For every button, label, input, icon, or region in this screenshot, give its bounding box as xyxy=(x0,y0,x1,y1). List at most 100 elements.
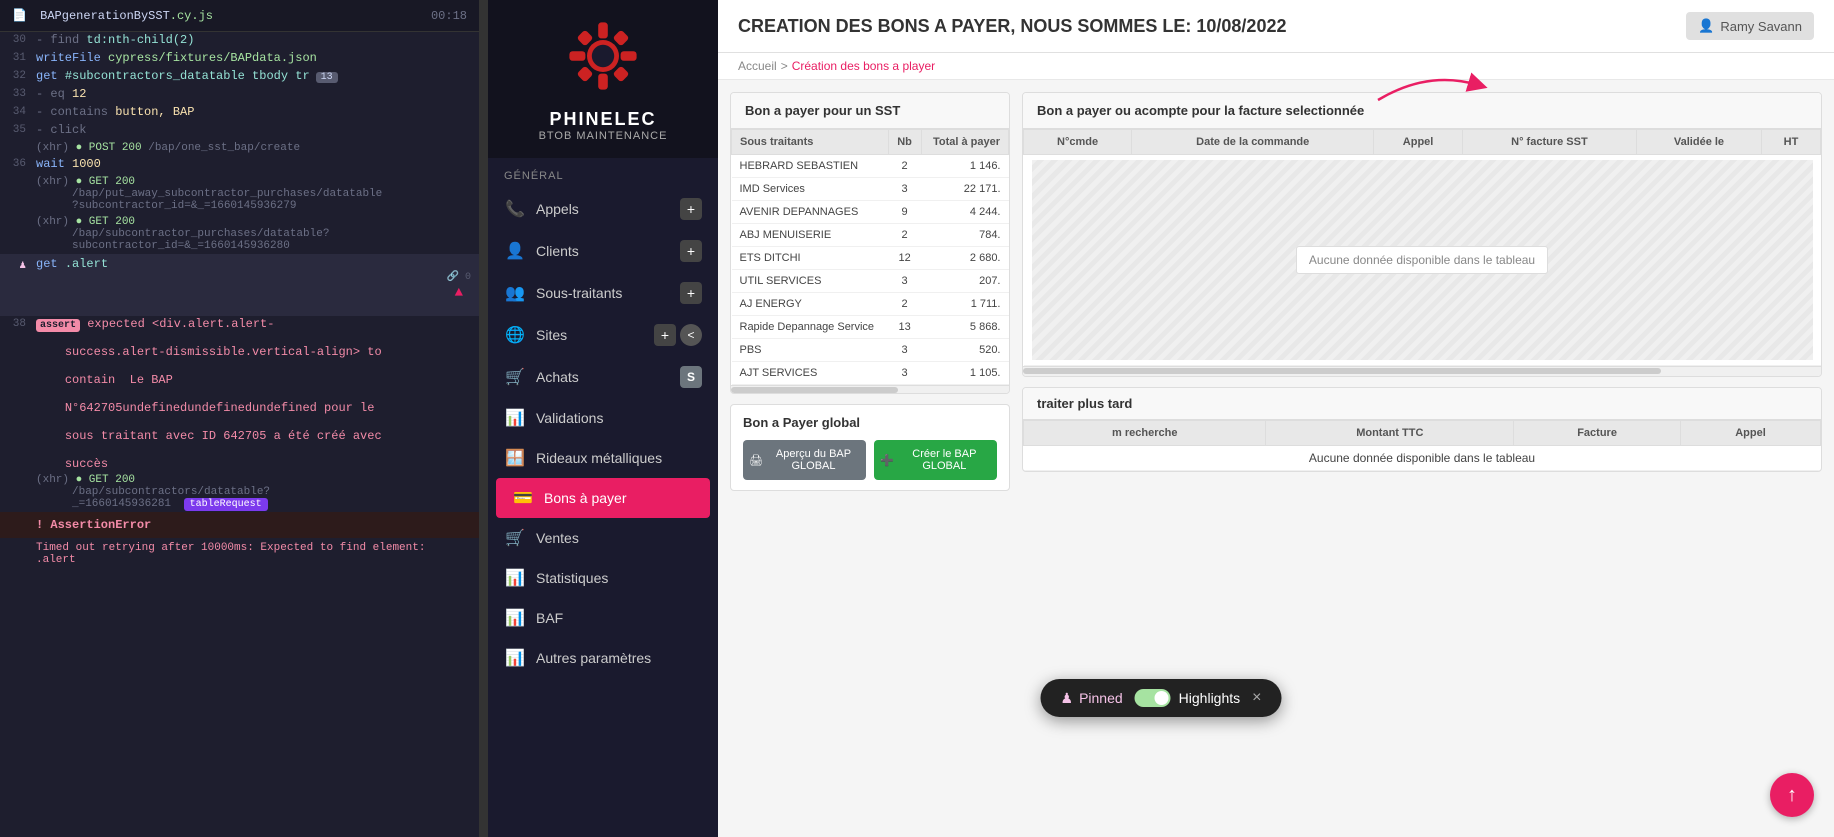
client-icon: 👤 xyxy=(504,241,526,261)
table-row[interactable]: ABJ MENUISERIE 2 784. xyxy=(732,224,1009,247)
row-nb: 13 xyxy=(888,316,921,339)
sidebar-plus-sites[interactable]: + xyxy=(654,324,676,346)
achats-icon: 🛒 xyxy=(504,367,526,387)
table-row[interactable]: IMD Services 3 22 171. xyxy=(732,178,1009,201)
sidebar-item-baf[interactable]: 📊 BAF xyxy=(488,598,718,638)
sidebar-plus-sous-traitants[interactable]: + xyxy=(680,282,702,304)
row-total: 520. xyxy=(921,339,1008,362)
resize-handle[interactable] xyxy=(480,0,488,837)
sidebar-item-appels[interactable]: 📞 Appels + xyxy=(488,188,718,230)
top-table: N°cmde Date de la commande Appel N° fact… xyxy=(1023,129,1821,366)
sidebar-item-bons-a-payer[interactable]: 💳 Bons à payer xyxy=(496,478,710,518)
apercu-icon: 🖨 xyxy=(749,454,763,467)
sidebar-label-bons-a-payer: Bons à payer xyxy=(544,490,627,506)
global-bap-title: Bon a Payer global xyxy=(743,415,997,430)
sidebar-item-clients[interactable]: 👤 Clients + xyxy=(488,230,718,272)
bottom-table: m recherche Montant TTC Facture Appel Au… xyxy=(1023,420,1821,471)
breadcrumb-separator: > xyxy=(781,59,788,73)
table-row[interactable]: PBS 3 520. xyxy=(732,339,1009,362)
table-scrollbar[interactable] xyxy=(731,385,1009,393)
page-title: CREATION DES BONS A PAYER, NOUS SOMMES L… xyxy=(738,16,1286,37)
bap-buttons: 🖨 Aperçu du BAP GLOBAL ➕ Créer le BAP GL… xyxy=(743,440,997,480)
th-date: Date de la commande xyxy=(1132,130,1374,155)
highlights-toast: ♟ Pinned Highlights × xyxy=(1041,679,1282,717)
apercu-label: Aperçu du BAP GLOBAL xyxy=(767,448,860,472)
row-nb: 3 xyxy=(888,362,921,385)
sidebar-item-rideaux[interactable]: 🪟 Rideaux métalliques xyxy=(488,438,718,478)
sidebar-label-appels: Appels xyxy=(536,201,579,217)
breadcrumb: Accueil > Création des bons a player xyxy=(718,53,1834,80)
table-row[interactable]: AJT SERVICES 3 1 105. xyxy=(732,362,1009,385)
sites-nav-arrow[interactable]: < xyxy=(680,324,702,346)
sidebar-label-rideaux: Rideaux métalliques xyxy=(536,450,662,466)
th-ncmde: N°cmde xyxy=(1024,130,1132,155)
sidebar-plus-clients[interactable]: + xyxy=(680,240,702,262)
file-icon: 📄 xyxy=(12,9,27,23)
sidebar-plus-appels[interactable]: + xyxy=(680,198,702,220)
row-nb: 3 xyxy=(888,270,921,293)
user-icon: 👤 xyxy=(1698,18,1714,34)
sidebar-item-statistiques[interactable]: 📊 Statistiques xyxy=(488,558,718,598)
table-row[interactable]: Rapide Depannage Service 13 5 868. xyxy=(732,316,1009,339)
sst-card: Bon a payer pour un SST Sous traitants N… xyxy=(730,92,1010,394)
table-row[interactable]: AVENIR DEPANNAGES 9 4 244. xyxy=(732,201,1009,224)
assertion-desc: Timed out retrying after 10000ms: Expect… xyxy=(0,538,479,570)
row-nb: 9 xyxy=(888,201,921,224)
highlights-toggle-switch[interactable] xyxy=(1135,689,1171,707)
code-line-32: 32 get #subcontractors_datatable tbody t… xyxy=(0,68,479,86)
code-panel: 📄 BAPgenerationBySST.cy.js 00:18 30 - fi… xyxy=(0,0,480,837)
sst-card-title: Bon a payer pour un SST xyxy=(731,93,1009,129)
highlights-close-button[interactable]: × xyxy=(1252,689,1261,707)
sidebar-item-sous-traitants[interactable]: 👥 Sous-traitants + xyxy=(488,272,718,314)
sidebar-label-clients: Clients xyxy=(536,243,579,259)
th-m-recherche: m recherche xyxy=(1024,421,1266,446)
sst-table: Sous traitants Nb Total à payer HEBRARD … xyxy=(731,129,1009,385)
ventes-icon: 🛒 xyxy=(504,528,526,548)
row-nb: 12 xyxy=(888,247,921,270)
scroll-up-button[interactable]: ↑ xyxy=(1770,773,1814,817)
top-card-title: Bon a payer ou acompte pour la facture s… xyxy=(1023,93,1821,129)
row-name: IMD Services xyxy=(732,178,889,201)
xhr-get-subcontractor: (xhr) ● GET 200 /bap/subcontractor_purch… xyxy=(0,214,479,254)
sidebar-item-sites[interactable]: 🌐 Sites + < xyxy=(488,314,718,356)
sidebar-label-sous-traitants: Sous-traitants xyxy=(536,285,622,301)
pinned-section: ♟ Pinned xyxy=(1061,690,1123,707)
breadcrumb-current: Création des bons a player xyxy=(792,59,935,73)
sidebar-item-validations[interactable]: 📊 Validations xyxy=(488,398,718,438)
code-line-34: 34 - contains button, BAP xyxy=(0,104,479,122)
row-name: AJ ENERGY xyxy=(732,293,889,316)
code-line-30: 30 - find td:nth-child(2) xyxy=(0,32,479,50)
sidebar-item-autres[interactable]: 📊 Autres paramètres xyxy=(488,638,718,678)
sidebar-label-sites: Sites xyxy=(536,327,567,343)
statistiques-icon: 📊 xyxy=(504,568,526,588)
creer-button[interactable]: ➕ Créer le BAP GLOBAL xyxy=(874,440,997,480)
table-row[interactable]: UTIL SERVICES 3 207. xyxy=(732,270,1009,293)
content-area: Bon a payer pour un SST Sous traitants N… xyxy=(718,80,1834,837)
row-nb: 2 xyxy=(888,293,921,316)
main-header: CREATION DES BONS A PAYER, NOUS SOMMES L… xyxy=(718,0,1834,53)
top-striped-area: Aucune donnée disponible dans le tableau xyxy=(1032,160,1813,360)
table-row[interactable]: ETS DITCHI 12 2 680. xyxy=(732,247,1009,270)
highlights-label: Highlights xyxy=(1179,690,1240,706)
baf-icon: 📊 xyxy=(504,608,526,628)
table-row[interactable]: HEBRARD SEBASTIEN 2 1 146. xyxy=(732,155,1009,178)
apercu-button[interactable]: 🖨 Aperçu du BAP GLOBAL xyxy=(743,440,866,480)
table-row[interactable]: AJ ENERGY 2 1 711. xyxy=(732,293,1009,316)
sidebar-item-ventes[interactable]: 🛒 Ventes xyxy=(488,518,718,558)
phone-icon: 📞 xyxy=(504,199,526,219)
th-montant-ttc: Montant TTC xyxy=(1266,421,1514,446)
creer-label: Créer le BAP GLOBAL xyxy=(898,448,991,472)
sidebar-label-baf: BAF xyxy=(536,610,563,626)
row-name: ETS DITCHI xyxy=(732,247,889,270)
header-time: 00:18 xyxy=(431,9,467,23)
th-nb: Nb xyxy=(888,130,921,155)
top-table-scrollbar[interactable] xyxy=(1023,366,1821,376)
user-badge: 👤 Ramy Savann xyxy=(1686,12,1814,40)
main-content: CREATION DES BONS A PAYER, NOUS SOMMES L… xyxy=(718,0,1834,837)
filename: BAPgenerationBySST xyxy=(40,9,170,23)
bottom-title: traiter plus tard xyxy=(1023,388,1821,420)
sidebar-item-achats[interactable]: 🛒 Achats S xyxy=(488,356,718,398)
creer-icon: ➕ xyxy=(880,454,894,467)
highlights-toggle[interactable]: Highlights xyxy=(1135,689,1240,707)
row-total: 207. xyxy=(921,270,1008,293)
